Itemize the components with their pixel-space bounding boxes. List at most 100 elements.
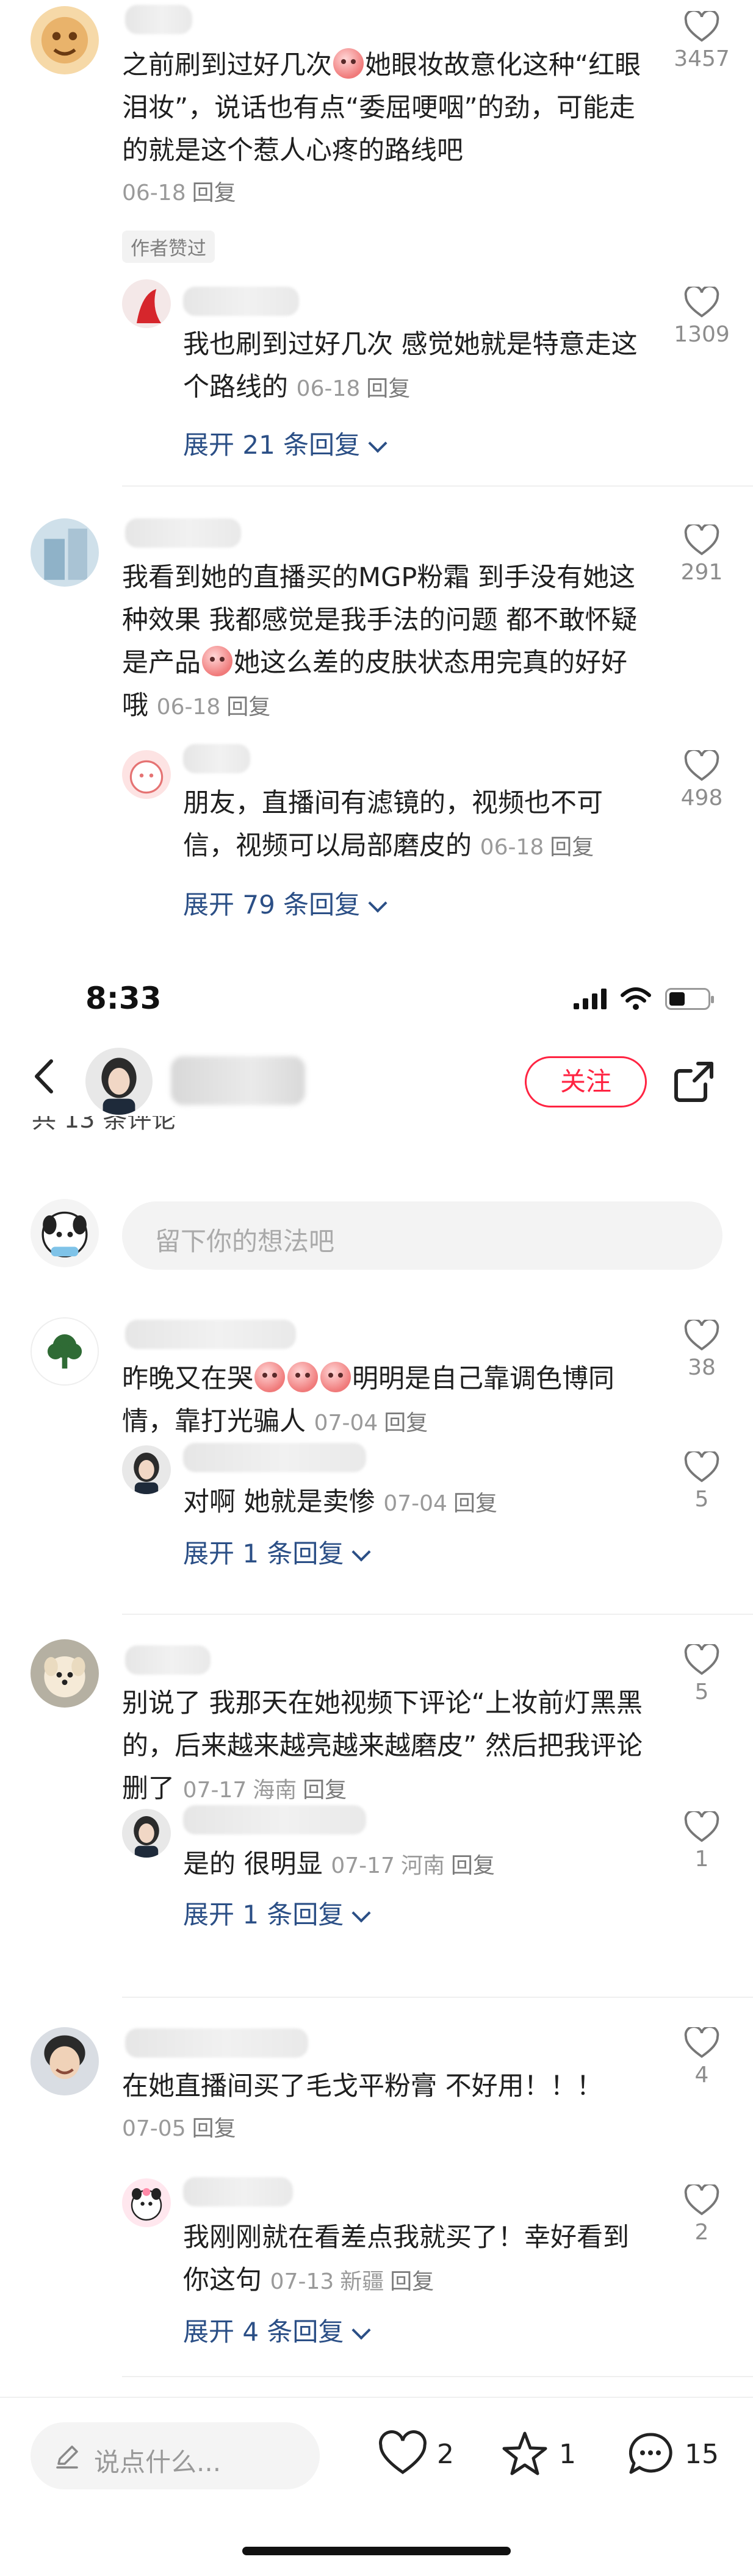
comment-item: 别说了 我那天在她视频下评论“上妆前灯黑黑的，后来越来越亮越来越磨皮” 然后把我… — [0, 1628, 753, 1970]
divider — [122, 1614, 753, 1615]
avatar[interactable] — [122, 1445, 171, 1494]
like-count: 5 — [694, 1680, 709, 1705]
like-count: 1 — [694, 1847, 709, 1872]
reply-button[interactable]: 回复 — [384, 1411, 428, 1436]
divider — [122, 1997, 753, 1998]
post-star-count: 1 — [559, 2438, 576, 2470]
divider — [122, 485, 753, 487]
back-button[interactable] — [24, 1055, 67, 1098]
comment-count: 共 13 条评论 — [32, 1116, 176, 1132]
header: 关注 — [0, 1037, 753, 1116]
author-name-blurred[interactable] — [171, 1056, 305, 1105]
expand-replies-button[interactable]: 展开 79 条回复 — [183, 884, 387, 921]
expand-replies-button[interactable]: 展开 1 条回复 — [183, 1533, 371, 1570]
comment-meta: 06-18 回复 — [122, 181, 236, 206]
username-blurred[interactable] — [125, 1645, 211, 1675]
follow-button[interactable]: 关注 — [525, 1056, 647, 1107]
comment-meta: 07-04 回复 — [314, 1411, 428, 1436]
like-count: 2 — [694, 2220, 709, 2245]
avatar[interactable] — [122, 1809, 171, 1858]
crying-emoji-icon — [320, 1362, 351, 1392]
heart-icon — [684, 1320, 719, 1351]
username-blurred[interactable] — [183, 1805, 366, 1834]
comment-item: 昨晚又在哭 明明是自己靠调色博同情，靠打光骗人 07-04 回复 38 对啊 她就是… — [0, 1299, 753, 1586]
crying-emoji-icon — [254, 1362, 285, 1392]
comment-meta: 07-17 海南 回复 — [182, 1778, 347, 1803]
say-something-input[interactable]: 说点什么... — [31, 2422, 320, 2489]
like-count: 3457 — [674, 46, 730, 71]
share-icon — [674, 1062, 713, 1102]
say-something-placeholder: 说点什么... — [94, 2447, 222, 2477]
avatar[interactable] — [122, 750, 171, 799]
status-icons — [574, 987, 714, 1011]
avatar[interactable] — [31, 1317, 99, 1386]
like-button[interactable]: 2 — [665, 2184, 738, 2245]
status-time: 8:33 — [85, 981, 162, 1016]
author-avatar[interactable] — [85, 1048, 153, 1115]
reply-button[interactable]: 回复 — [453, 1491, 497, 1516]
avatar[interactable] — [31, 518, 99, 587]
heart-icon — [379, 2430, 427, 2475]
reply-button[interactable]: 回复 — [451, 1853, 495, 1878]
reply-button[interactable]: 回复 — [226, 695, 270, 720]
comment-item: 之前刷到过好几次 她眼妆故意化这种“红眼泪妆”，说话也有点“委屈哽咽”的劲，可能走… — [0, 0, 753, 476]
reply-button[interactable]: 回复 — [366, 376, 410, 401]
reply-button[interactable]: 回复 — [192, 181, 236, 206]
comment-text: 之前刷到过好几次 她眼妆故意化这种“红眼泪妆”，说话也有点“委屈哽咽”的劲，可能走… — [122, 44, 653, 215]
username-blurred[interactable] — [125, 518, 241, 548]
reply-meta: 06-18 回复 — [480, 835, 594, 860]
reply-text: 我也刷到过好几次 感觉她就是特意走这个路线的 06-18 回复 — [183, 329, 638, 402]
avatar[interactable] — [31, 1639, 99, 1708]
reply-meta: 06-18 回复 — [296, 376, 411, 401]
status-bar: 8:33 — [0, 970, 753, 1037]
username-blurred[interactable] — [183, 2177, 293, 2206]
like-post-button[interactable]: 2 — [378, 2430, 454, 2478]
expand-replies-button[interactable]: 展开 21 条回复 — [183, 424, 387, 462]
comment-text: 在她直播间买了毛戈平粉膏 不好用！！！ 07-05 回复 — [122, 2065, 653, 2150]
like-count: 5 — [694, 1487, 709, 1512]
comment-input[interactable]: 留下你的想法吧 — [122, 1201, 722, 1270]
reply-button[interactable]: 回复 — [192, 2116, 236, 2141]
share-button[interactable] — [671, 1059, 716, 1104]
heart-icon — [684, 287, 719, 318]
comment-meta: 06-18 回复 — [156, 695, 271, 720]
avatar[interactable] — [122, 279, 171, 328]
chevron-down-icon — [351, 2320, 371, 2340]
like-button[interactable]: 38 — [665, 1320, 738, 1380]
like-button[interactable]: 1 — [665, 1811, 738, 1872]
avatar[interactable] — [31, 6, 99, 74]
reply-button[interactable]: 回复 — [550, 835, 594, 860]
reply-button[interactable]: 回复 — [303, 1778, 347, 1803]
username-blurred[interactable] — [183, 744, 250, 773]
like-button[interactable]: 4 — [665, 2027, 738, 2088]
like-button[interactable]: 5 — [665, 1644, 738, 1705]
chevron-down-icon — [351, 1542, 371, 1562]
username-blurred[interactable] — [125, 2028, 308, 2058]
pencil-icon — [56, 2445, 78, 2469]
crying-emoji-icon — [333, 48, 364, 79]
comment-text: 我看到她的直播买的MGP粉霜 到手没有她这种效果 我都感觉是我手法的问题 都不敢… — [122, 562, 638, 721]
like-button[interactable]: 5 — [665, 1451, 738, 1512]
heart-icon — [684, 1811, 719, 1842]
avatar[interactable] — [31, 2027, 99, 2095]
comments-screen: 8:33 关注 共 13 条评论 留下你的想法吧 昨晚又在哭 明明是自己靠调色博同… — [0, 970, 753, 2576]
expand-replies-button[interactable]: 展开 4 条回复 — [183, 2311, 371, 2349]
like-button[interactable]: 498 — [665, 750, 738, 810]
avatar[interactable] — [122, 2178, 171, 2227]
like-button[interactable]: 291 — [665, 524, 738, 585]
like-count: 291 — [680, 560, 723, 585]
heart-icon — [684, 11, 719, 42]
my-avatar — [31, 1199, 99, 1267]
collect-post-button[interactable]: 1 — [500, 2430, 576, 2478]
username-blurred[interactable] — [125, 5, 192, 34]
username-blurred[interactable] — [125, 1320, 296, 1349]
comment-post-button[interactable]: 15 — [626, 2430, 719, 2478]
home-indicator — [242, 2547, 511, 2555]
like-button[interactable]: 3457 — [665, 11, 738, 71]
chevron-down-icon — [351, 1903, 371, 1923]
reply-button[interactable]: 回复 — [390, 2269, 434, 2294]
username-blurred[interactable] — [183, 1443, 366, 1472]
like-button[interactable]: 1309 — [665, 287, 738, 347]
username-blurred[interactable] — [183, 287, 299, 316]
expand-replies-button[interactable]: 展开 1 条回复 — [183, 1894, 371, 1931]
